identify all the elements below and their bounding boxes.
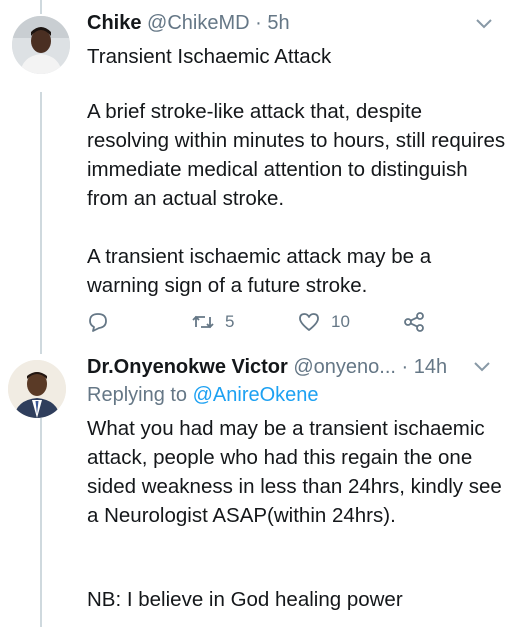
author-name[interactable]: Chike <box>87 12 141 34</box>
author-handle[interactable]: @onyeno... <box>293 356 396 378</box>
retweet-button[interactable]: 5 <box>191 308 234 336</box>
separator: · <box>401 356 409 378</box>
like-count: 10 <box>331 312 350 331</box>
retweet-count: 5 <box>225 312 235 331</box>
replying-to: Replying to @AnireOkene <box>87 384 319 407</box>
tweet-actions: 5 10 <box>87 308 507 338</box>
mention-link[interactable]: @AnireOkene <box>193 384 319 406</box>
tweet-paragraph: NB: I believe in God healing power <box>87 588 403 611</box>
tweet-paragraph: A brief stroke-like attack that, despite… <box>87 100 506 210</box>
reply-button[interactable] <box>87 308 109 336</box>
chevron-down-icon[interactable] <box>472 359 492 373</box>
timestamp[interactable]: 14h <box>414 356 447 378</box>
avatar-onyenokwe[interactable] <box>8 360 66 418</box>
timestamp[interactable]: 5h <box>267 12 289 34</box>
heart-icon <box>297 311 321 333</box>
tweet-paragraph: A transient ischaemic attack may be a wa… <box>87 245 432 297</box>
chevron-down-icon[interactable] <box>474 16 494 30</box>
replying-to-label: Replying to <box>87 384 188 406</box>
thread-line-top <box>40 0 42 14</box>
author-handle[interactable]: @ChikeMD <box>147 12 250 34</box>
tweet-header: Chike @ChikeMD · 5h <box>87 11 290 35</box>
avatar-chike[interactable] <box>12 16 70 74</box>
separator: · <box>255 12 262 34</box>
retweet-icon <box>191 311 215 333</box>
share-button[interactable] <box>403 308 425 336</box>
like-button[interactable]: 10 <box>297 308 350 336</box>
tweet-paragraph: What you had may be a transient ischaemi… <box>87 417 502 527</box>
share-icon <box>403 311 425 333</box>
thread-line-bottom <box>40 418 42 627</box>
tweet-header: Dr.Onyenokwe Victor @onyeno... · 14h <box>87 355 447 379</box>
reply-icon <box>87 311 109 333</box>
thread-line-middle <box>40 92 42 354</box>
author-name[interactable]: Dr.Onyenokwe Victor <box>87 356 288 378</box>
tweet-title-line: Transient Ischaemic Attack <box>87 45 332 68</box>
